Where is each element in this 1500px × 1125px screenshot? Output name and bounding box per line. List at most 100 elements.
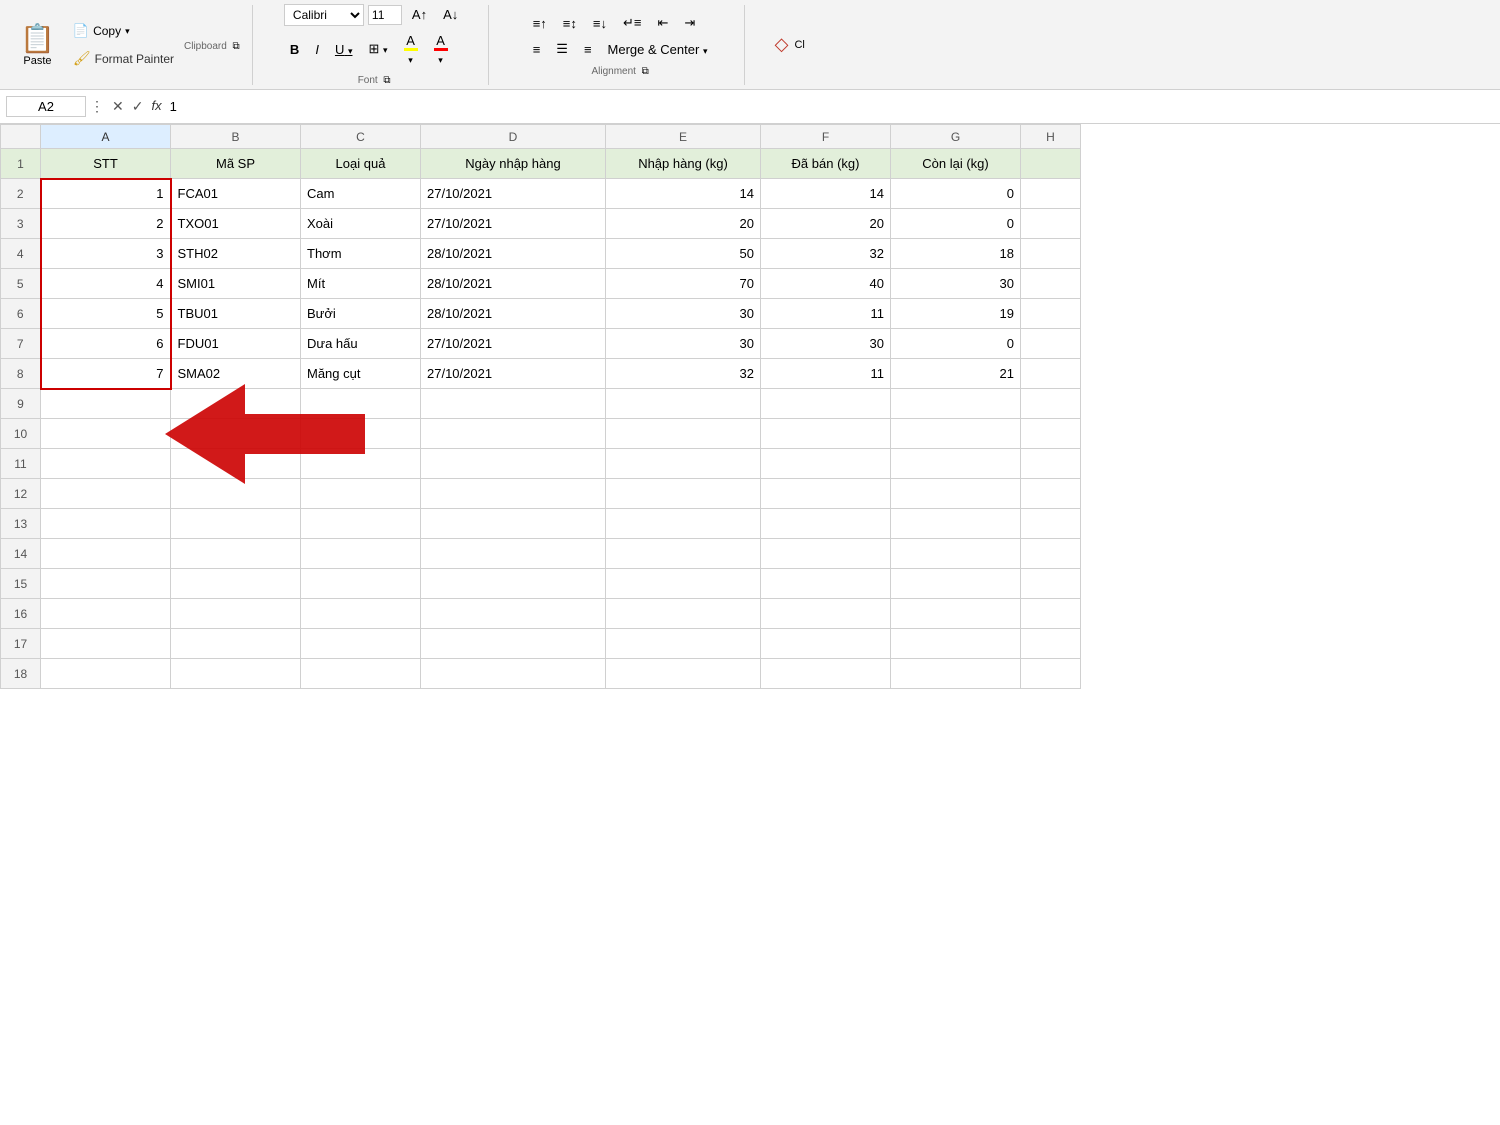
cell-B9[interactable]	[171, 389, 301, 419]
cell-C6[interactable]: Bưởi	[301, 299, 421, 329]
cell-F16[interactable]	[761, 599, 891, 629]
cell-B17[interactable]	[171, 629, 301, 659]
cell-A2[interactable]: 1	[41, 179, 171, 209]
paste-button[interactable]: 📋 Paste	[12, 18, 63, 71]
cell-A3[interactable]: 2	[41, 209, 171, 239]
cell-G5[interactable]: 30	[891, 269, 1021, 299]
cell-E15[interactable]	[606, 569, 761, 599]
cell-D8[interactable]: 27/10/2021	[421, 359, 606, 389]
formula-confirm-icon[interactable]: ✓	[132, 98, 144, 115]
cell-D13[interactable]	[421, 509, 606, 539]
cell-B11[interactable]	[171, 449, 301, 479]
cell-F17[interactable]	[761, 629, 891, 659]
cell-G17[interactable]	[891, 629, 1021, 659]
cell-A13[interactable]	[41, 509, 171, 539]
cell-E16[interactable]	[606, 599, 761, 629]
cell-A1[interactable]: STT	[41, 149, 171, 179]
cell-G6[interactable]: 19	[891, 299, 1021, 329]
cell-A7[interactable]: 6	[41, 329, 171, 359]
cell-B1[interactable]: Mã SP	[171, 149, 301, 179]
cell-F6[interactable]: 11	[761, 299, 891, 329]
cell-G12[interactable]	[891, 479, 1021, 509]
cell-D1[interactable]: Ngày nhập hàng	[421, 149, 606, 179]
cell-F15[interactable]	[761, 569, 891, 599]
cell-F7[interactable]: 30	[761, 329, 891, 359]
cell-B5[interactable]: SMI01	[171, 269, 301, 299]
copy-button[interactable]: 📄 Copy ▾	[67, 20, 180, 42]
cell-C15[interactable]	[301, 569, 421, 599]
cell-A4[interactable]: 3	[41, 239, 171, 269]
cell-D7[interactable]: 27/10/2021	[421, 329, 606, 359]
cell-E4[interactable]: 50	[606, 239, 761, 269]
cell-C3[interactable]: Xoài	[301, 209, 421, 239]
cell-H16[interactable]	[1021, 599, 1081, 629]
merge-center-button[interactable]: Merge & Center ▾	[602, 39, 714, 60]
cell-D6[interactable]: 28/10/2021	[421, 299, 606, 329]
cell-D10[interactable]	[421, 419, 606, 449]
cell-H15[interactable]	[1021, 569, 1081, 599]
cell-F2[interactable]: 14	[761, 179, 891, 209]
cell-B13[interactable]	[171, 509, 301, 539]
bold-button[interactable]: B	[284, 39, 305, 60]
cell-H10[interactable]	[1021, 419, 1081, 449]
cell-B12[interactable]	[171, 479, 301, 509]
cell-D3[interactable]: 27/10/2021	[421, 209, 606, 239]
cell-F13[interactable]	[761, 509, 891, 539]
cell-B18[interactable]	[171, 659, 301, 689]
cell-F11[interactable]	[761, 449, 891, 479]
wrap-text-button[interactable]: ↵≡	[617, 12, 647, 34]
cell-B15[interactable]	[171, 569, 301, 599]
font-name-select[interactable]: Calibri	[284, 4, 364, 26]
formula-fx-icon[interactable]: fx	[151, 98, 161, 115]
cell-G18[interactable]	[891, 659, 1021, 689]
cell-F4[interactable]: 32	[761, 239, 891, 269]
cell-E9[interactable]	[606, 389, 761, 419]
cell-E17[interactable]	[606, 629, 761, 659]
cell-D14[interactable]	[421, 539, 606, 569]
col-header-C[interactable]: C	[301, 125, 421, 149]
cell-D15[interactable]	[421, 569, 606, 599]
cell-D11[interactable]	[421, 449, 606, 479]
clipboard-expand-icon[interactable]: ⧉	[232, 41, 239, 52]
cell-E1[interactable]: Nhập hàng (kg)	[606, 149, 761, 179]
cell-A16[interactable]	[41, 599, 171, 629]
cell-reference-input[interactable]	[6, 96, 86, 117]
cell-E11[interactable]	[606, 449, 761, 479]
align-center-button[interactable]: ☰	[550, 38, 574, 60]
cell-H3[interactable]	[1021, 209, 1081, 239]
cell-H17[interactable]	[1021, 629, 1081, 659]
col-header-H[interactable]: H	[1021, 125, 1081, 149]
cell-D17[interactable]	[421, 629, 606, 659]
cell-G8[interactable]: 21	[891, 359, 1021, 389]
col-header-E[interactable]: E	[606, 125, 761, 149]
clear-button[interactable]: ◇	[769, 31, 795, 58]
formula-input[interactable]	[166, 97, 1494, 116]
align-right-button[interactable]: ≡	[578, 39, 598, 60]
cell-H8[interactable]	[1021, 359, 1081, 389]
cell-C7[interactable]: Dưa hấu	[301, 329, 421, 359]
col-header-G[interactable]: G	[891, 125, 1021, 149]
decrease-font-button[interactable]: A↓	[437, 4, 464, 25]
cell-G2[interactable]: 0	[891, 179, 1021, 209]
alignment-expand-icon[interactable]: ⧉	[642, 66, 649, 77]
cell-H11[interactable]	[1021, 449, 1081, 479]
cell-C11[interactable]	[301, 449, 421, 479]
cell-H4[interactable]	[1021, 239, 1081, 269]
font-color-button[interactable]: A ▾	[428, 30, 454, 69]
cell-C17[interactable]	[301, 629, 421, 659]
cell-H12[interactable]	[1021, 479, 1081, 509]
cell-C13[interactable]	[301, 509, 421, 539]
col-header-F[interactable]: F	[761, 125, 891, 149]
font-expand-icon[interactable]: ⧉	[383, 75, 390, 86]
cell-A6[interactable]: 5	[41, 299, 171, 329]
formula-more-icon[interactable]: ⋮	[90, 98, 104, 115]
spreadsheet-container[interactable]: A B C D E F G H 1 STT Mã SP Loại quả Ng	[0, 124, 1500, 1119]
cell-H9[interactable]	[1021, 389, 1081, 419]
cell-D12[interactable]	[421, 479, 606, 509]
col-header-B[interactable]: B	[171, 125, 301, 149]
cell-H1[interactable]	[1021, 149, 1081, 179]
indent-decrease-button[interactable]: ⇤	[651, 12, 674, 34]
cell-A18[interactable]	[41, 659, 171, 689]
formula-cancel-icon[interactable]: ✕	[112, 98, 124, 115]
underline-button[interactable]: U ▾	[329, 39, 359, 60]
